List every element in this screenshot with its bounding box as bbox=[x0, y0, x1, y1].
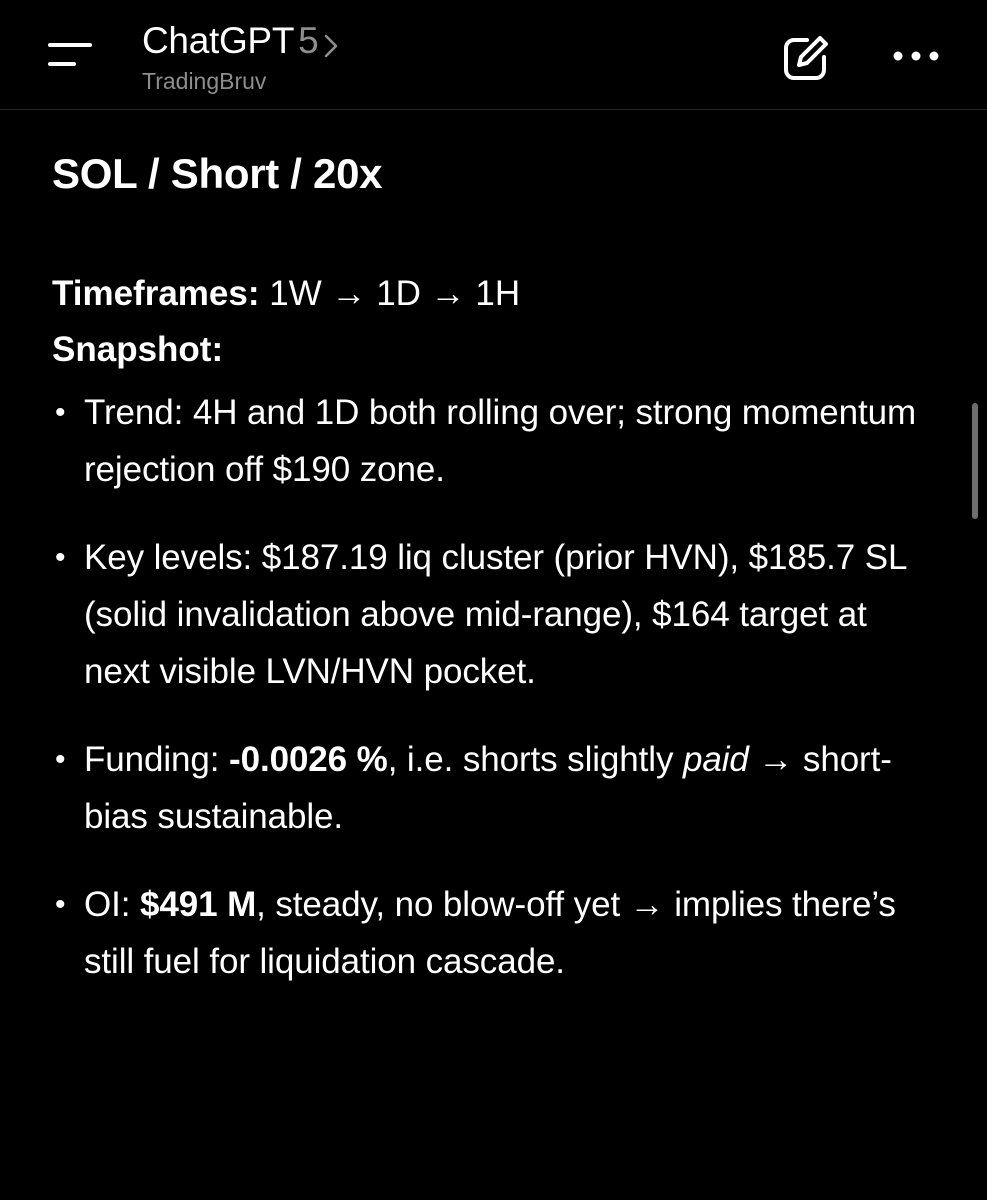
more-options-button[interactable] bbox=[884, 30, 948, 82]
funding-value: -0.0026 % bbox=[229, 740, 388, 779]
list-item-trend: • Trend: 4H and 1D both rolling over; str… bbox=[52, 384, 932, 498]
model-version: 5 bbox=[298, 20, 319, 61]
chevron-right-icon bbox=[324, 34, 338, 58]
funding-prefix: Funding: bbox=[84, 740, 230, 779]
scrollbar-thumb[interactable] bbox=[972, 403, 978, 519]
model-selector[interactable]: ChatGPT 5 bbox=[142, 20, 339, 62]
timeframes-line: Timeframes: 1W → 1D → 1H bbox=[52, 266, 932, 322]
bullet-icon: • bbox=[55, 541, 66, 574]
app-title: ChatGPT bbox=[142, 20, 295, 61]
edit-icon bbox=[784, 36, 828, 80]
bullet-icon: • bbox=[55, 743, 66, 776]
funding-middle: , i.e. shorts slightly bbox=[387, 740, 683, 779]
hamburger-menu-icon-lower-bar bbox=[48, 62, 76, 66]
bullet-icon: • bbox=[55, 396, 66, 429]
timeframes-value: 1W → 1D → 1H bbox=[259, 274, 521, 313]
top-bar: ChatGPT 5 TradingBruv bbox=[0, 0, 987, 110]
funding-emphasis: paid bbox=[683, 740, 749, 779]
snapshot-line: Snapshot: bbox=[52, 322, 932, 378]
assistant-message: SOL / Short / 20x Timeframes: 1W → 1D → … bbox=[52, 146, 932, 1021]
oi-value: $491 M bbox=[140, 885, 257, 924]
conversation-subtitle: TradingBruv bbox=[142, 68, 267, 94]
oi-prefix: OI: bbox=[84, 885, 140, 924]
key-levels-text: Key levels: $187.19 liq cluster (prior H… bbox=[84, 538, 907, 691]
snapshot-list: • Trend: 4H and 1D both rolling over; str… bbox=[52, 384, 932, 990]
list-item-funding: • Funding: -0.0026 %, i.e. shorts slightl… bbox=[52, 731, 932, 845]
hamburger-menu-icon bbox=[48, 43, 92, 47]
list-item-key-levels: • Key levels: $187.19 liq cluster (prior … bbox=[52, 529, 932, 700]
list-item-open-interest: • OI: $491 M, steady, no blow-off yet → i… bbox=[52, 876, 932, 990]
trend-text: Trend: 4H and 1D both rolling over; stro… bbox=[84, 393, 917, 489]
more-icon bbox=[893, 51, 939, 61]
timeframes-label: Timeframes: bbox=[52, 274, 260, 313]
new-chat-button[interactable] bbox=[776, 28, 836, 88]
bullet-icon: • bbox=[55, 888, 66, 921]
menu-button[interactable] bbox=[40, 30, 100, 80]
message-heading: SOL / Short / 20x bbox=[52, 150, 383, 197]
snapshot-label: Snapshot: bbox=[52, 330, 224, 369]
